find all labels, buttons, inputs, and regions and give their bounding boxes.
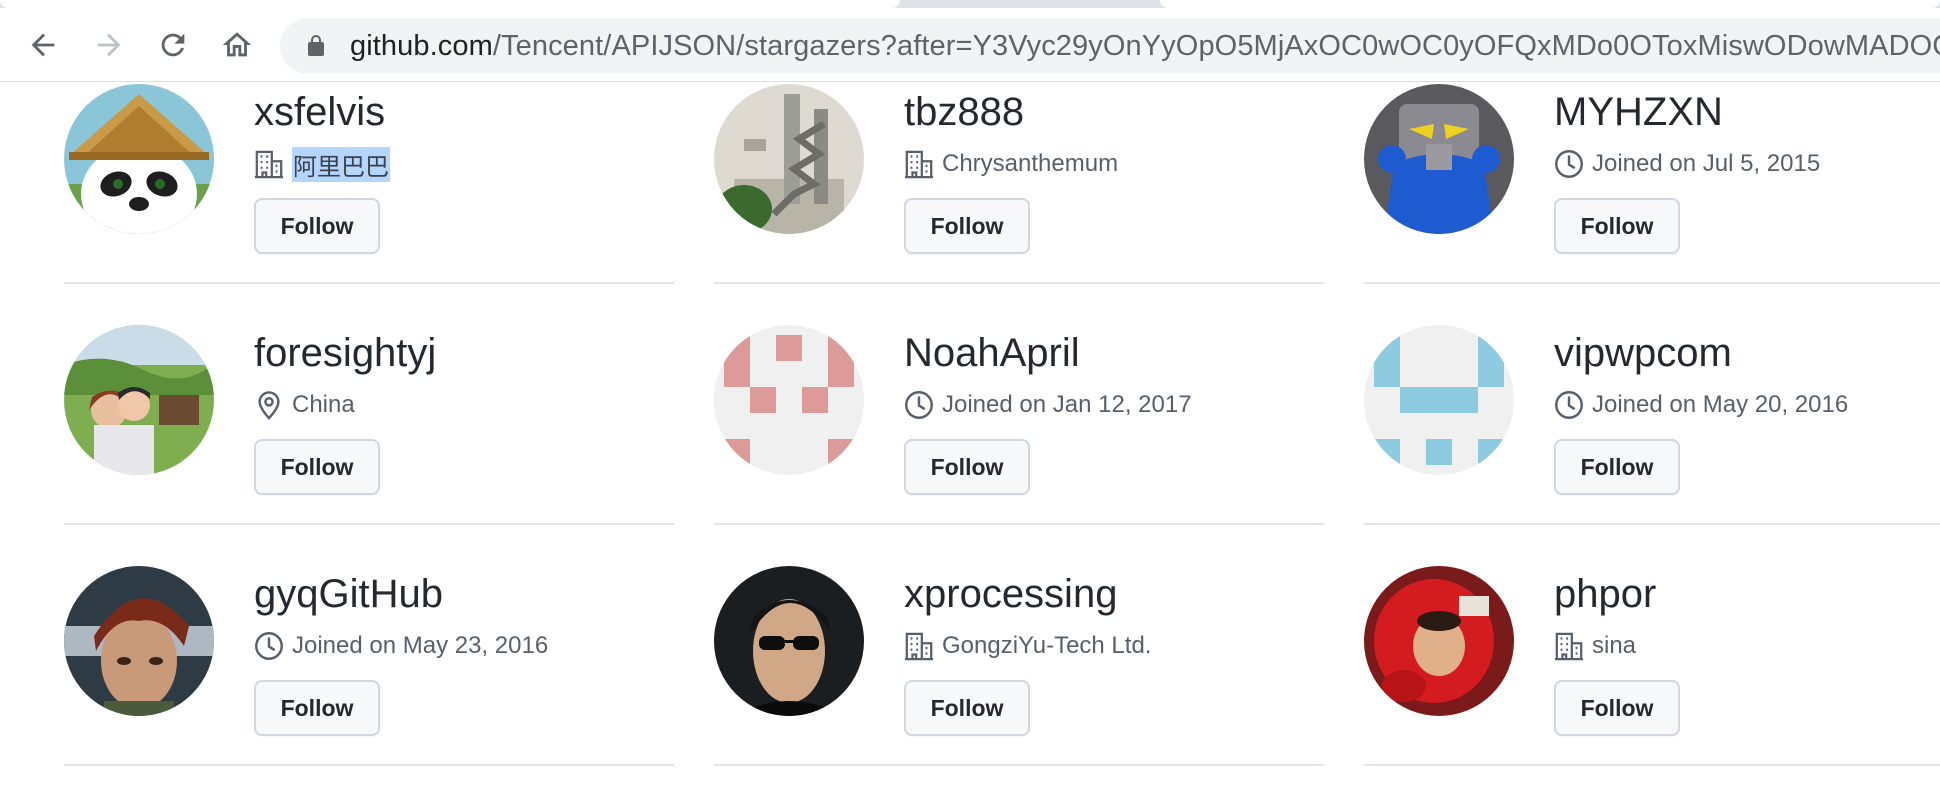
- joined-text: Joined on Jan 12, 2017: [942, 391, 1192, 418]
- user-card: NoahApril Joined on Jan 12, 2017 Follow: [714, 323, 1324, 563]
- clock-icon: [1555, 150, 1583, 178]
- avatar[interactable]: [64, 84, 214, 234]
- location-text: China: [292, 391, 355, 418]
- robot-avatar: [1364, 84, 1514, 234]
- reload-button[interactable]: [150, 22, 196, 68]
- avatar[interactable]: [1364, 84, 1514, 234]
- home-button[interactable]: [214, 22, 260, 68]
- user-card: gyqGitHub Joined on May 23, 2016 Follow: [64, 564, 674, 804]
- active-tab[interactable]: [0, 0, 900, 8]
- organization-icon: [904, 150, 934, 179]
- avatar[interactable]: [714, 84, 864, 234]
- back-button[interactable]: [20, 22, 66, 68]
- user-joined: Joined on May 20, 2016: [1554, 387, 1848, 423]
- follow-button[interactable]: Follow: [1554, 198, 1680, 254]
- url-text: github.com/Tencent/APIJSON/stargazers?af…: [350, 30, 1940, 63]
- username[interactable]: xprocessing: [904, 572, 1117, 617]
- user-card: tbz888 Chrysanthemum Follow: [714, 82, 1324, 322]
- location-icon: [258, 391, 280, 420]
- username[interactable]: tbz888: [904, 90, 1024, 135]
- home-icon: [222, 32, 252, 57]
- divider: [64, 282, 674, 284]
- organization-icon: [254, 150, 284, 179]
- follow-button[interactable]: Follow: [1554, 680, 1680, 736]
- clock-icon: [255, 632, 283, 660]
- avatar[interactable]: [1364, 566, 1514, 716]
- follow-button[interactable]: Follow: [1554, 439, 1680, 495]
- arrow-left-icon: [31, 33, 55, 57]
- browser-toolbar: github.com/Tencent/APIJSON/stargazers?af…: [0, 8, 1940, 82]
- stargazers-grid: xsfelvis 阿里巴巴 Follow tbz888 Chrysanthemu…: [0, 82, 1940, 768]
- lock-icon[interactable]: [304, 34, 328, 58]
- clock-icon: [1555, 391, 1583, 419]
- username[interactable]: MYHZXN: [1554, 90, 1723, 135]
- joined-text: Joined on May 23, 2016: [292, 632, 549, 659]
- anime-avatar: [64, 566, 214, 716]
- identicon-avatar: [714, 325, 864, 475]
- avatar[interactable]: [64, 566, 214, 716]
- user-card: xsfelvis 阿里巴巴 Follow: [64, 82, 674, 322]
- user-card: foresightyj China Follow: [64, 323, 674, 563]
- arrow-right-icon: [97, 33, 121, 57]
- user-org: GongziYu-Tech Ltd.: [904, 628, 1151, 664]
- org-text: sina: [1592, 632, 1637, 659]
- username[interactable]: vipwpcom: [1554, 331, 1732, 376]
- forward-button[interactable]: [86, 22, 132, 68]
- address-bar[interactable]: github.com/Tencent/APIJSON/stargazers?af…: [280, 18, 1940, 74]
- user-location: China: [254, 387, 355, 423]
- user-joined: Joined on Jul 5, 2015: [1554, 146, 1820, 182]
- user-org: sina: [1554, 628, 1636, 664]
- user-org: 阿里巴巴: [254, 146, 390, 182]
- stairs-avatar: [714, 84, 864, 234]
- follow-button[interactable]: Follow: [254, 439, 380, 495]
- panda-avatar: [64, 84, 214, 234]
- org-text: 阿里巴巴: [292, 146, 390, 182]
- photo-avatar: [64, 325, 214, 475]
- follow-button[interactable]: Follow: [904, 680, 1030, 736]
- avatar[interactable]: [1364, 325, 1514, 475]
- org-text: Chrysanthemum: [942, 150, 1119, 177]
- divider: [1364, 764, 1940, 766]
- user-card: MYHZXN Joined on Jul 5, 2015 Follow: [1364, 82, 1940, 322]
- joined-text: Joined on Jul 5, 2015: [1592, 150, 1821, 177]
- follow-button[interactable]: Follow: [904, 198, 1030, 254]
- follow-button[interactable]: Follow: [254, 198, 380, 254]
- avatar[interactable]: [64, 325, 214, 475]
- username[interactable]: NoahApril: [904, 331, 1080, 376]
- organization-icon: [904, 632, 934, 661]
- identicon-avatar: [1364, 325, 1514, 475]
- user-card: vipwpcom Joined on May 20, 2016 Follow: [1364, 323, 1940, 563]
- divider: [1364, 523, 1940, 525]
- follow-button[interactable]: Follow: [254, 680, 380, 736]
- username[interactable]: xsfelvis: [254, 90, 385, 135]
- avatar[interactable]: [714, 566, 864, 716]
- avatar[interactable]: [714, 325, 864, 475]
- divider: [714, 523, 1324, 525]
- reload-icon: [161, 33, 185, 57]
- username[interactable]: foresightyj: [254, 331, 436, 376]
- username[interactable]: phpor: [1554, 572, 1656, 617]
- url-path: /Tencent/APIJSON/stargazers?after=Y3Vyc2…: [492, 29, 1940, 62]
- divider: [64, 523, 674, 525]
- follow-button[interactable]: Follow: [904, 439, 1030, 495]
- divider: [1364, 282, 1940, 284]
- url-host: github.com: [350, 29, 493, 62]
- joined-text: Joined on May 20, 2016: [1592, 391, 1849, 418]
- user-org: Chrysanthemum: [904, 146, 1118, 182]
- clock-icon: [905, 391, 933, 419]
- sunglasses-avatar: [714, 566, 864, 716]
- username[interactable]: gyqGitHub: [254, 572, 443, 617]
- org-text: GongziYu-Tech Ltd.: [942, 632, 1152, 659]
- user-card: xprocessing GongziYu-Tech Ltd. Follow: [714, 564, 1324, 804]
- user-card: phpor sina Follow: [1364, 564, 1940, 804]
- organization-icon: [1554, 632, 1584, 661]
- user-joined: Joined on May 23, 2016: [254, 628, 548, 664]
- user-joined: Joined on Jan 12, 2017: [904, 387, 1192, 423]
- tab[interactable]: [1160, 0, 1940, 8]
- divider: [714, 764, 1324, 766]
- divider: [64, 764, 674, 766]
- red-photo-avatar: [1364, 566, 1514, 716]
- divider: [714, 282, 1324, 284]
